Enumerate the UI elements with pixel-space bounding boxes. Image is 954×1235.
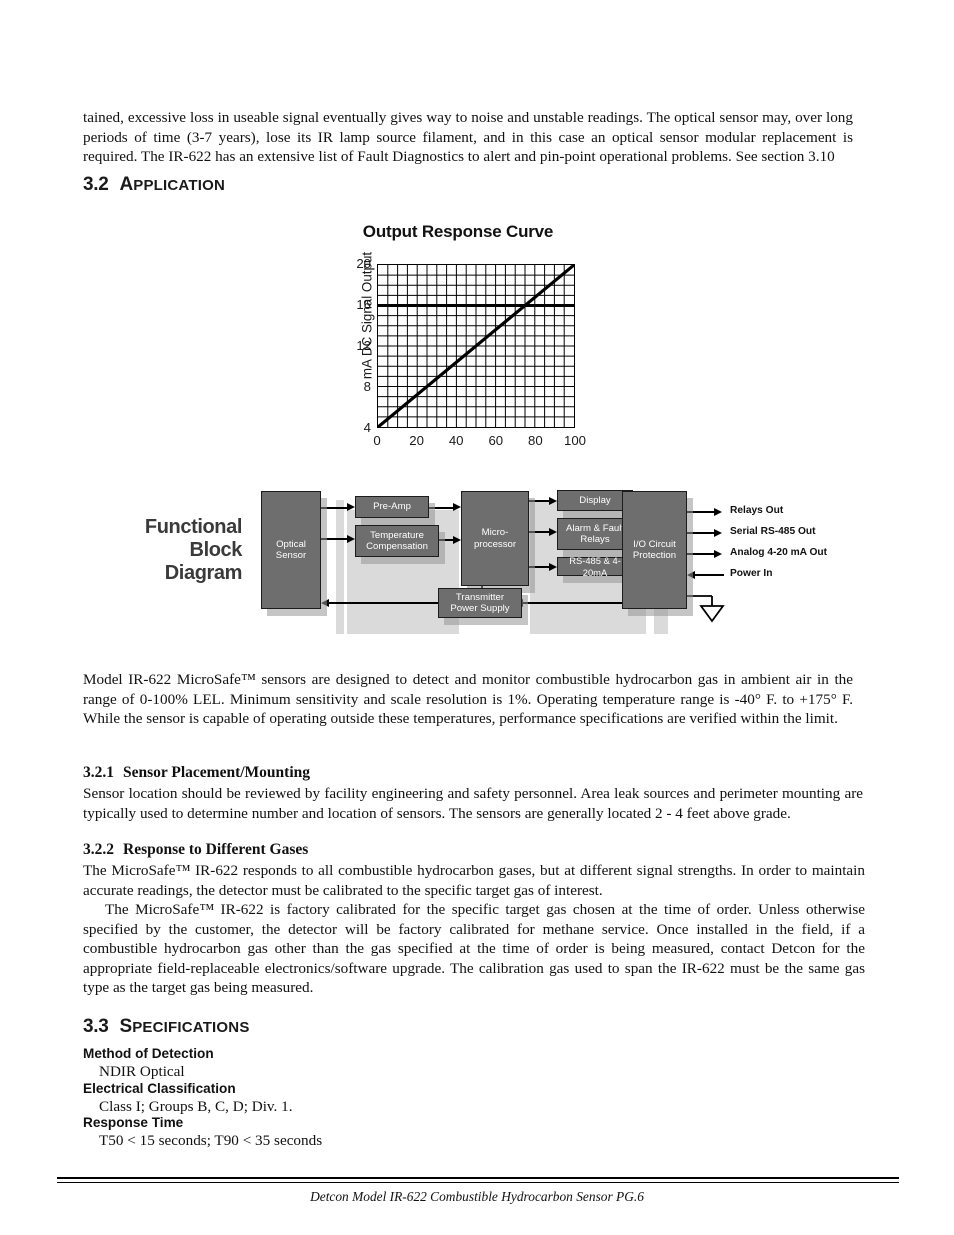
heading-sensor-placement-text: Sensor Placement/Mounting: [123, 764, 310, 781]
block-temperature-compensation: Temperature Compensation: [355, 525, 439, 557]
wire-microprocessor-to-rs485: [529, 566, 551, 568]
block-pre-amp-label: Pre-Amp: [373, 501, 411, 513]
gases-paragraph-1: The MicroSafe™ IR-622 responds to all co…: [83, 862, 865, 899]
chart-x-tick-label: 0: [373, 433, 381, 448]
chart-grid-and-series: [378, 265, 574, 427]
block-microprocessor-line-2: processor: [473, 538, 517, 550]
io-label-serial-rs485-out: Serial RS-485 Out: [730, 526, 816, 537]
heading-response-gases-text: Response to Different Gases: [123, 841, 309, 858]
arrow-analog-4-20ma-out: [714, 549, 722, 558]
application-paragraph: Model IR-622 MicroSafe™ sensors are desi…: [83, 671, 853, 728]
io-label-relays-out: Relays Out: [730, 505, 784, 516]
heading-response-gases: 3.2.2 Response to Different Gases: [83, 841, 308, 859]
wire-psu-to-optical-sensor: [328, 602, 440, 604]
block-optical-sensor-line-2: Sensor: [275, 550, 307, 561]
block-optical-sensor-line-1: Optical: [276, 538, 306, 550]
chart-plot-area: [377, 264, 575, 428]
spec-value-electrical-classification: Class I; Groups B, C, D; Div. 1.: [99, 1098, 293, 1115]
block-microprocessor-line-1: Micro-: [481, 527, 509, 538]
heading-application: 3.2 APPLICATION: [83, 174, 225, 196]
spec-value-response-time: T50 < 15 seconds; T90 < 35 seconds: [99, 1132, 323, 1149]
document-page: tained, excessive loss in useable signal…: [0, 0, 954, 1235]
chart-x-tick-label: 40: [448, 433, 464, 448]
heading-application-rest: PPLICATION: [133, 177, 225, 194]
gases-paragraph-2: The MicroSafe™ IR-622 is factory calibra…: [83, 901, 865, 997]
block-alarm-fault-relays-line-2: Relays: [580, 534, 610, 545]
block-diagram-title-line-3: Diagram: [164, 562, 243, 584]
arrow-sensor-to-preamp: [347, 503, 355, 511]
wire-microprocessor-to-display: [529, 500, 551, 502]
heading-specifications-rest: PECIFICATIONS: [132, 1019, 250, 1036]
io-label-analog-4-20ma-out: Analog 4-20 mA Out: [730, 547, 827, 558]
block-diagram-title: Functional Block Diagram: [130, 516, 243, 585]
chart-x-tick-label: 20: [409, 433, 424, 448]
wire-io-to-psu: [522, 602, 632, 604]
placement-paragraph: Sensor location should be reviewed by fa…: [83, 785, 863, 822]
block-alarm-fault-relays-line-1: Alarm & Fault: [565, 522, 625, 534]
block-optical-sensor: Optical Sensor: [261, 491, 321, 609]
block-diagram-title-line-2: Block: [189, 539, 243, 561]
spec-value-method-of-detection: NDIR Optical: [99, 1063, 185, 1080]
heading-specifications-first-letter: S: [119, 1016, 133, 1037]
block-temperature-compensation-line-1: Temperature: [370, 529, 424, 541]
arrow-microprocessor-to-display: [549, 496, 557, 505]
footer-rule-bottom: [57, 1182, 899, 1184]
chart-x-tick-label: 80: [528, 433, 543, 448]
heading-sensor-placement-number: 3.2.1: [83, 764, 114, 781]
chart-y-tick-label: 16: [356, 297, 371, 312]
block-microprocessor: Micro- processor: [461, 491, 529, 586]
block-diagram-title-line-1: Functional: [144, 516, 243, 538]
arrow-preamp-to-microprocessor: [453, 503, 461, 511]
chart-y-tick-label: 12: [356, 338, 371, 353]
intro-paragraph: tained, excessive loss in useable signal…: [83, 109, 853, 166]
heading-specifications: 3.3 SPECIFICATIONS: [83, 1016, 250, 1038]
arrow-serial-rs485-out: [714, 528, 722, 537]
ground-icon: [684, 595, 725, 623]
arrow-microprocessor-to-rs485: [549, 562, 557, 571]
arrow-relays-out: [714, 507, 722, 516]
diagram-shadow-panel-1: [336, 500, 344, 634]
wire-preamp-to-microprocessor: [429, 506, 455, 509]
wire-analog-4-20ma-out: [687, 553, 717, 555]
block-temperature-compensation-line-2: Compensation: [366, 541, 428, 552]
block-display-label: Display: [579, 494, 611, 506]
block-io-circuit-protection-line-1: I/O Circuit: [633, 538, 676, 550]
heading-application-number: 3.2: [83, 174, 109, 195]
block-transmitter-power-supply-line-1: Transmitter: [455, 591, 505, 603]
io-label-power-in: Power In: [730, 568, 773, 579]
output-response-curve-chart: Output Response Curve mA DC Signal Outpu…: [318, 222, 598, 457]
wire-relays-out: [687, 511, 717, 513]
block-transmitter-power-supply: Transmitter Power Supply: [438, 588, 522, 618]
spec-term-method-of-detection: Method of Detection: [83, 1046, 214, 1061]
arrow-microprocessor-to-alarm: [549, 527, 557, 536]
footer-rule-top: [57, 1177, 899, 1180]
functional-block-diagram: Functional Block Diagram Optical Sensor …: [130, 478, 830, 638]
heading-specifications-number: 3.3: [83, 1016, 109, 1037]
chart-x-tick-label: 60: [488, 433, 504, 448]
heading-sensor-placement: 3.2.1 Sensor Placement/Mounting: [83, 764, 310, 782]
arrow-psu-to-optical-sensor: [321, 598, 329, 607]
block-rs485-4-20ma-label: RS-485 & 4-20mA: [569, 555, 621, 578]
wire-sensor-to-preamp: [321, 506, 349, 509]
chart-x-tick-label: 100: [563, 433, 586, 448]
heading-application-first-letter: A: [119, 174, 134, 195]
heading-response-gases-number: 3.2.2: [83, 841, 114, 858]
arrow-tempcomp-to-microprocessor: [453, 535, 461, 544]
chart-y-tick-label: 20: [356, 256, 371, 271]
wire-serial-rs485-out: [687, 532, 717, 534]
footer-text: Detcon Model IR-622 Combustible Hydrocar…: [310, 1189, 644, 1204]
arrow-power-in: [687, 570, 695, 579]
spec-term-response-time: Response Time: [83, 1115, 184, 1130]
arrow-sensor-to-tempcomp: [347, 534, 355, 543]
wire-microprocessor-to-alarm: [529, 531, 551, 533]
chart-y-tick-label: 8: [363, 379, 371, 394]
block-transmitter-power-supply-line-2: Power Supply: [450, 603, 510, 614]
block-io-circuit-protection-line-2: Protection: [632, 550, 677, 561]
spec-term-electrical-classification: Electrical Classification: [83, 1081, 236, 1096]
block-io-circuit-protection: I/O Circuit Protection: [622, 491, 687, 609]
wire-sensor-to-tempcomp: [321, 538, 349, 540]
wire-power-in: [694, 574, 724, 576]
block-pre-amp: Pre-Amp: [355, 496, 429, 518]
